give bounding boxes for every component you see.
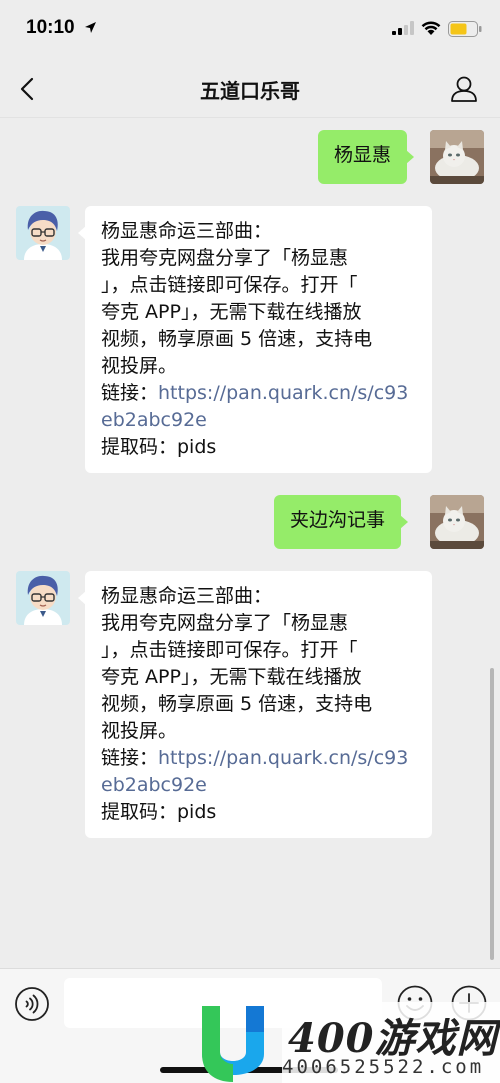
signal-icon [392, 21, 414, 35]
message-line: 」，点击链接即可保存。打开「 [101, 274, 358, 296]
share-link[interactable]: https://pan.quark.cn/s/c93 [158, 382, 408, 404]
message-list[interactable]: 杨显惠 杨显惠命运三部曲： 我用夸克网盘分享了「杨显惠 」，点击链接即可保存。打… [0, 118, 500, 968]
extraction-code: 提取码：pids [101, 436, 217, 458]
location-arrow-icon [85, 22, 96, 33]
watermark-phone: 4006525522.com [282, 1056, 485, 1078]
outgoing-message-bubble[interactable]: 杨显惠 [318, 130, 415, 184]
cartoon-avatar-icon [16, 571, 70, 625]
incoming-message-bubble[interactable]: 杨显惠命运三部曲： 我用夸克网盘分享了「杨显惠 」，点击链接即可保存。打开「 夸… [78, 206, 432, 473]
incoming-message-bubble[interactable]: 杨显惠命运三部曲： 我用夸克网盘分享了「杨显惠 」，点击链接即可保存。打开「 夸… [78, 571, 432, 838]
chat-header: 五道口乐哥 [0, 58, 500, 118]
u-logo-icon [202, 1006, 264, 1082]
message-line: 」，点击链接即可保存。打开「 [101, 639, 358, 661]
message-line: 视投屏。 [101, 355, 178, 377]
my-avatar[interactable] [430, 130, 484, 184]
watermark: 400游戏网 4006525522.com [200, 1002, 500, 1083]
status-bar: 10:10 [0, 0, 500, 58]
extraction-code: 提取码：pids [101, 801, 217, 823]
contact-avatar[interactable] [16, 206, 70, 260]
wifi-icon [421, 21, 441, 35]
voice-icon[interactable] [14, 986, 50, 1022]
link-label: 链接： [101, 382, 159, 404]
message-line: 视频，畅享原画 5 倍速，支持电 [101, 328, 373, 350]
battery-icon [448, 21, 482, 37]
share-link-continued[interactable]: eb2abc92e [101, 772, 416, 799]
message-line: 我用夸克网盘分享了「杨显惠 [101, 612, 349, 634]
message-line: 视投屏。 [101, 720, 178, 742]
link-line: 链接：https://pan.quark.cn/s/c93 [101, 380, 416, 407]
cat-avatar-icon [430, 495, 484, 549]
outgoing-message-bubble[interactable]: 夹边沟记事 [274, 495, 409, 549]
share-link-continued[interactable]: eb2abc92e [101, 407, 416, 434]
person-icon[interactable] [449, 74, 479, 104]
status-time: 10:10 [26, 17, 75, 38]
message-line: 杨显惠命运三部曲： [101, 220, 273, 242]
share-link[interactable]: https://pan.quark.cn/s/c93 [158, 747, 408, 769]
link-line: 链接：https://pan.quark.cn/s/c93 [101, 745, 416, 772]
scrollbar[interactable] [490, 668, 494, 960]
message-line: 夸克 APP」，无需下载在线播放 [101, 301, 362, 323]
cartoon-avatar-icon [16, 206, 70, 260]
message-line: 夸克 APP」，无需下载在线播放 [101, 666, 362, 688]
message-text: 夹边沟记事 [290, 509, 386, 531]
message-line: 我用夸克网盘分享了「杨显惠 [101, 247, 349, 269]
link-label: 链接： [101, 747, 159, 769]
cat-avatar-icon [430, 130, 484, 184]
message-text: 杨显惠 [334, 144, 392, 166]
message-line: 杨显惠命运三部曲： [101, 585, 273, 607]
chat-title: 五道口乐哥 [200, 79, 300, 103]
message-line: 视频，畅享原画 5 倍速，支持电 [101, 693, 373, 715]
contact-avatar[interactable] [16, 571, 70, 625]
my-avatar[interactable] [430, 495, 484, 549]
